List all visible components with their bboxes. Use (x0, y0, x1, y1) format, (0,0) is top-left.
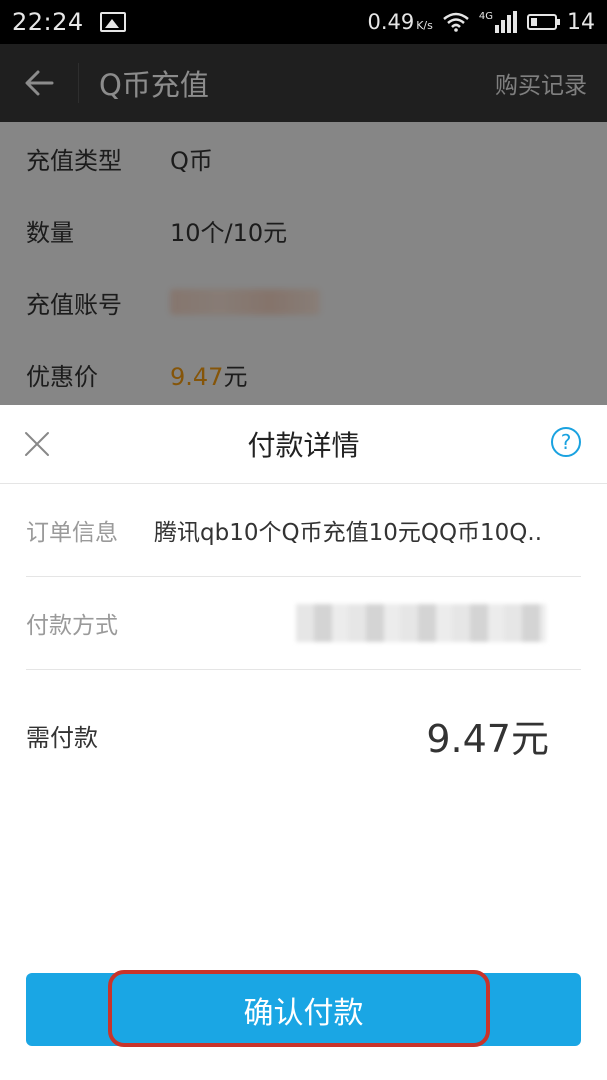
status-time: 22:24 (12, 8, 84, 36)
payment-method-row[interactable]: 付款方式 (26, 577, 581, 670)
close-icon[interactable] (22, 429, 52, 459)
screen: 22:24 0.49 K/s 4G 14 Q币充值 购买记录 充值类型 Q币 数… (0, 0, 607, 1080)
status-indicators: 0.49 K/s 4G 14 (367, 10, 595, 35)
battery-icon (527, 14, 560, 30)
help-icon[interactable]: ? (551, 427, 581, 457)
network-type: 4G (479, 11, 517, 33)
battery-level: 14 (567, 9, 595, 35)
amount-label: 需付款 (26, 723, 98, 752)
order-label: 订单信息 (26, 520, 118, 546)
network-type-label: 4G (478, 11, 493, 22)
amount-row: 需付款 9.47元 (26, 670, 549, 800)
net-speed-unit: K/s (416, 18, 433, 32)
payment-method-redacted (296, 604, 546, 642)
status-bar: 22:24 0.49 K/s 4G 14 (0, 0, 607, 44)
image-notification-icon (99, 12, 126, 32)
signal-icon (495, 11, 517, 33)
net-speed: 0.49 K/s (367, 10, 432, 35)
net-speed-value: 0.49 (367, 9, 415, 34)
order-info-row: 订单信息 腾讯qb10个Q币充值10元QQ币10Q.. (26, 484, 581, 577)
order-value: 腾讯qb10个Q币充值10元QQ币10Q.. (154, 520, 543, 546)
sheet-title: 付款详情 (247, 429, 360, 462)
payment-label: 付款方式 (26, 613, 118, 639)
confirm-payment-button[interactable]: 确认付款 (26, 973, 581, 1046)
sheet-header: 付款详情 ? (0, 405, 607, 484)
dim-overlay[interactable] (0, 44, 607, 405)
wifi-icon (443, 12, 469, 32)
amount-value: 9.47元 (426, 716, 549, 761)
